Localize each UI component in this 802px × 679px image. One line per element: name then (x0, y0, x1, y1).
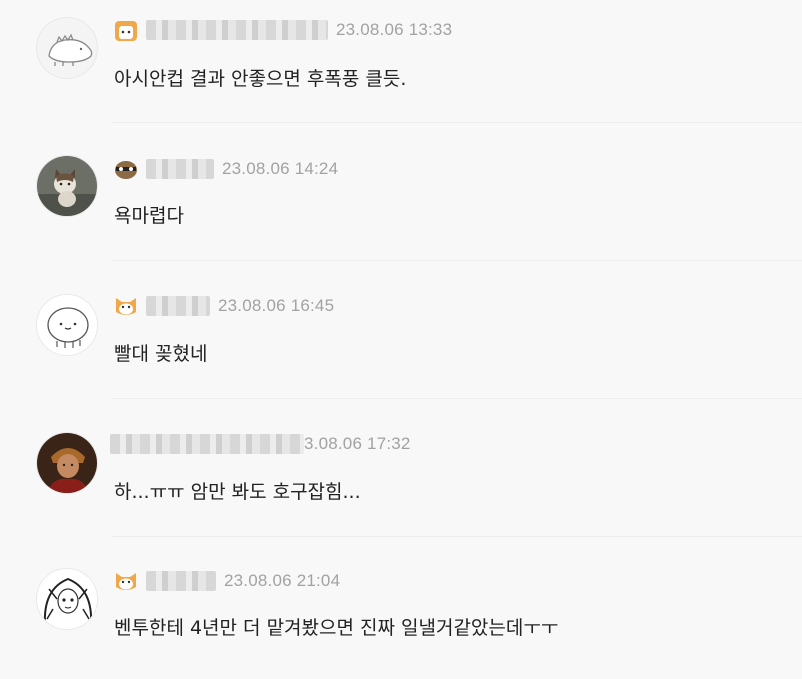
level-badge-icon (115, 161, 137, 179)
level-badge-icon (116, 573, 136, 590)
comment-timestamp: 23.08.06 16:45 (218, 296, 335, 315)
smiley-avatar-icon (37, 295, 97, 355)
comment-item: 3.08.06 17:32 하...ㅠㅠ 암만 봐도 호구잡힘... (0, 399, 802, 536)
comment-text: 하...ㅠㅠ 암만 봐도 호구잡힘... (114, 481, 361, 503)
comment-meta: 23.08.06 16:45 (114, 294, 334, 318)
anime-girl-avatar-icon (37, 569, 97, 629)
level-badge-icon (115, 21, 137, 41)
nickname-blurred[interactable] (146, 159, 214, 179)
comment-item: 23.08.06 13:33 아시안컵 결과 안좋으면 후폭풍 클듯. (0, 0, 802, 122)
comment-meta: 23.08.06 14:24 (114, 157, 338, 181)
user-avatar[interactable] (36, 155, 98, 217)
level-badge-icon (116, 298, 136, 315)
comment-text: 욕마렵다 (114, 205, 184, 227)
user-avatar[interactable] (36, 432, 98, 494)
comment-item: 23.08.06 14:24 욕마렵다 (0, 123, 802, 260)
dinosaur-avatar-icon (37, 18, 97, 78)
comment-meta: 23.08.06 13:33 (114, 18, 452, 42)
nickname-blurred[interactable] (146, 20, 328, 40)
comment-meta: 3.08.06 17:32 (110, 432, 411, 456)
comment-meta: 23.08.06 21:04 (114, 569, 340, 593)
user-avatar[interactable] (36, 294, 98, 356)
comment-item: 23.08.06 21:04 벤투한테 4년만 더 맡겨봤으면 진짜 일낼거같았… (0, 537, 802, 679)
warrior-avatar-icon (37, 433, 97, 493)
comment-timestamp: 3.08.06 17:32 (304, 434, 411, 453)
comment-text: 빨대 꽂혔네 (114, 343, 208, 365)
comment-timestamp: 23.08.06 21:04 (224, 571, 341, 590)
comment-item: 23.08.06 16:45 빨대 꽂혔네 (0, 261, 802, 398)
comment-text: 아시안컵 결과 안좋으면 후폭풍 클듯. (114, 68, 407, 90)
nickname-blurred[interactable] (110, 434, 304, 454)
comment-timestamp: 23.08.06 13:33 (336, 20, 453, 39)
nickname-blurred[interactable] (146, 571, 216, 591)
nickname-blurred[interactable] (146, 296, 210, 316)
comment-timestamp: 23.08.06 14:24 (222, 159, 339, 178)
user-avatar[interactable] (36, 568, 98, 630)
cat-avatar-icon (37, 156, 97, 216)
user-avatar[interactable] (36, 17, 98, 79)
comment-text: 벤투한테 4년만 더 맡겨봤으면 진짜 일낼거같았는데ㅜㅜ (114, 617, 559, 639)
